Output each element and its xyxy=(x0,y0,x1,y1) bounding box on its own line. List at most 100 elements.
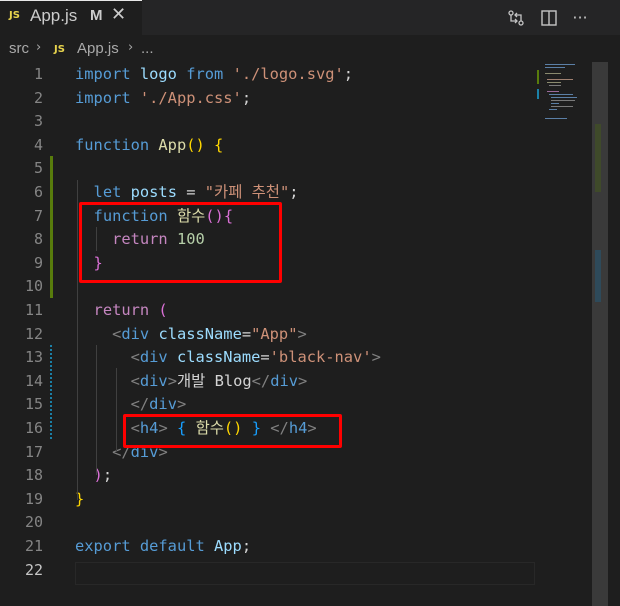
line-number: 10 xyxy=(24,277,43,296)
line-number: 3 xyxy=(33,112,43,131)
overview-ruler-added-marker xyxy=(595,124,601,192)
line-number: 17 xyxy=(24,442,43,461)
line-number: 19 xyxy=(24,489,43,508)
line-number: 4 xyxy=(33,135,43,154)
line-number: 22 xyxy=(24,560,43,579)
code-token: function xyxy=(75,135,159,154)
code-token: 'black-nav' xyxy=(269,348,372,367)
javascript-file-icon: JS xyxy=(54,44,65,55)
code-token: logo xyxy=(139,65,187,83)
breadcrumb-folder[interactable]: src xyxy=(9,40,29,57)
code-token: = xyxy=(260,348,270,367)
code-token: < xyxy=(130,348,140,367)
more-actions-icon[interactable]: ··· xyxy=(567,0,593,35)
tab-app-js[interactable]: JS App.js M ✕ xyxy=(0,0,142,35)
code-token: = xyxy=(241,324,252,343)
code-token: import xyxy=(75,65,140,83)
minimap[interactable] xyxy=(535,62,592,606)
code-line[interactable]: <div>개발 Blog</div> xyxy=(75,370,308,394)
code-token: default xyxy=(139,537,215,555)
code-token: ( xyxy=(158,301,168,319)
code-token: className xyxy=(158,324,242,343)
code-token: ; xyxy=(343,65,354,83)
code-token: </ xyxy=(251,371,271,390)
code-token: export xyxy=(75,537,140,555)
code-token: ) xyxy=(93,466,103,485)
code-token: div xyxy=(149,395,177,414)
indent-guide xyxy=(116,368,117,451)
javascript-file-icon: JS xyxy=(9,10,20,21)
code-line[interactable]: import logo from './logo.svg'; xyxy=(75,63,353,87)
line-number: 20 xyxy=(24,513,43,532)
code-line[interactable]: <div className='black-nav'> xyxy=(75,346,381,370)
code-editor[interactable]: 1 import logo from './logo.svg'; 2 import '… xyxy=(0,62,620,606)
breadcrumb-symbol[interactable]: ... xyxy=(141,40,154,57)
overview-ruler xyxy=(608,62,620,606)
code-token: App xyxy=(158,135,187,154)
line-number: 13 xyxy=(24,348,43,367)
code-token: < xyxy=(112,324,122,343)
code-token: ; xyxy=(289,183,299,201)
line-number: 8 xyxy=(33,230,43,249)
code-line[interactable]: export default App; xyxy=(75,535,251,559)
git-added-gutter-marker xyxy=(50,156,53,298)
code-token: 개발 Blog xyxy=(176,371,252,390)
code-token: className xyxy=(176,348,261,367)
function-definition-highlight-box xyxy=(79,202,282,283)
code-token: './App.css' xyxy=(139,88,242,107)
line-number: 5 xyxy=(33,159,43,178)
code-token: ; xyxy=(102,466,113,485)
chevron-right-icon: › xyxy=(36,40,42,55)
code-token: > xyxy=(297,324,307,343)
editor-tab-bar: JS App.js M ✕ ··· xyxy=(0,0,620,35)
code-line[interactable]: import './App.css'; xyxy=(75,87,251,111)
code-token: return xyxy=(93,301,159,319)
code-token: App xyxy=(214,537,242,555)
code-token: posts xyxy=(130,183,187,201)
line-number: 9 xyxy=(33,253,43,272)
code-line[interactable]: <div className="App"> xyxy=(75,323,307,347)
close-tab-icon[interactable]: ✕ xyxy=(111,4,126,25)
code-token: div xyxy=(139,371,168,390)
overview-ruler-modified-marker xyxy=(595,250,601,302)
line-number: 18 xyxy=(24,466,43,485)
code-line[interactable]: ); xyxy=(75,464,113,488)
line-number: 12 xyxy=(24,324,43,343)
indent-guide xyxy=(96,345,97,475)
current-line-highlight xyxy=(75,562,535,585)
code-token: ; xyxy=(241,88,252,107)
breadcrumb-file[interactable]: App.js xyxy=(77,40,119,57)
code-token: div xyxy=(270,371,298,390)
code-token: "App" xyxy=(251,324,298,343)
code-token: './logo.svg' xyxy=(232,65,344,83)
code-token: let xyxy=(93,183,131,201)
code-token: div xyxy=(139,348,177,367)
line-number: 2 xyxy=(33,88,43,107)
line-number: 21 xyxy=(24,537,43,555)
indent-guide xyxy=(77,180,78,500)
code-token: div xyxy=(121,324,159,343)
modified-status-badge: M xyxy=(90,7,103,24)
chevron-right-icon: › xyxy=(128,40,134,55)
source-control-compare-icon[interactable] xyxy=(503,0,529,35)
code-token: ; xyxy=(241,537,252,555)
code-token: > xyxy=(176,395,187,414)
code-token: () xyxy=(186,135,205,154)
code-token: </ xyxy=(130,395,150,414)
code-line[interactable]: function App() { xyxy=(75,134,223,158)
code-token: < xyxy=(130,371,140,390)
line-number: 16 xyxy=(24,419,43,437)
line-number: 6 xyxy=(33,183,43,201)
code-token: > xyxy=(298,371,308,390)
code-line[interactable]: return ( xyxy=(75,299,168,323)
line-number: 1 xyxy=(33,65,43,83)
split-editor-icon[interactable] xyxy=(536,0,562,35)
code-token: = xyxy=(186,183,205,201)
code-token: { xyxy=(214,135,224,154)
